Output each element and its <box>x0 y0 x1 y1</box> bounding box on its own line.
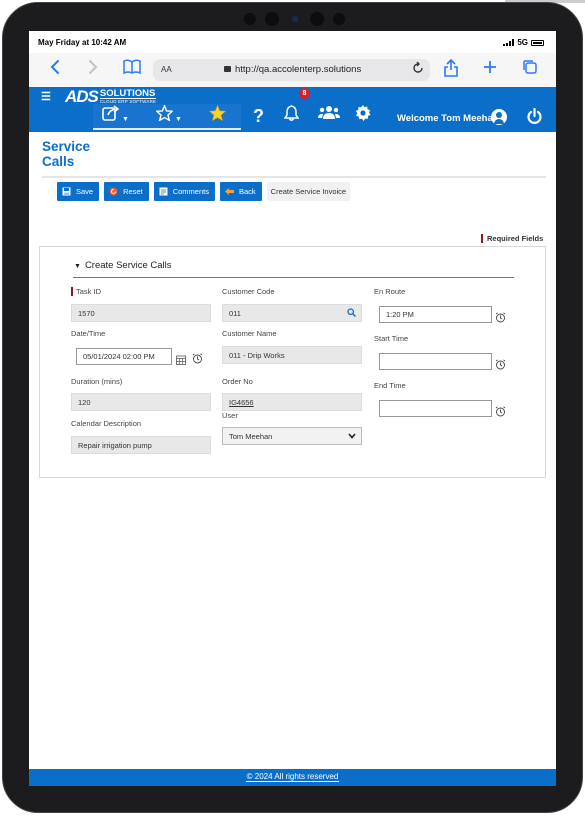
forward-arrow-icon[interactable] <box>82 59 104 80</box>
copyright-text: © 2024 All rights reserved <box>245 772 340 782</box>
start-time-field[interactable] <box>379 353 492 370</box>
sensor-dot <box>333 13 345 25</box>
en-route-label: En Route <box>374 287 406 296</box>
required-fields-note: Required Fields <box>481 234 543 243</box>
screen: May Friday at 10:42 AM 5G AA http://qa.a… <box>29 31 556 786</box>
browser-toolbar: AA http://qa.accolenterp.solutions <box>29 53 556 87</box>
new-tab-plus-icon[interactable] <box>479 59 501 79</box>
customer-name-field: 011 - Drip Works <box>222 346 362 364</box>
section-divider <box>73 277 514 278</box>
order-no-label: Order No <box>222 377 253 386</box>
customer-code-field[interactable]: 011 <box>222 304 362 322</box>
task-id-label: Task ID <box>71 287 101 296</box>
sensor-dot <box>244 13 256 25</box>
star-outline-icon[interactable]: ▼ <box>155 103 182 131</box>
action-toolbar: Save Reset Comments Back Create Service … <box>57 182 351 201</box>
search-icon[interactable] <box>347 308 356 319</box>
footer: © 2024 All rights reserved <box>29 769 556 786</box>
comments-icon <box>159 187 168 196</box>
bookmarks-book-icon[interactable] <box>121 59 143 80</box>
signal-icon <box>503 39 515 46</box>
order-no-field[interactable]: IG4656 <box>222 393 362 411</box>
chevron-down-icon <box>348 432 356 441</box>
sensor-dot <box>265 12 279 26</box>
network-label: 5G <box>517 38 528 47</box>
order-no-link[interactable]: IG4656 <box>229 398 254 407</box>
comments-button[interactable]: Comments <box>153 182 215 201</box>
back-arrow-icon[interactable] <box>44 59 66 80</box>
end-time-field[interactable] <box>379 400 492 417</box>
date-time-label: Date/Time <box>71 329 106 338</box>
reset-button[interactable]: Reset <box>104 182 149 201</box>
star-filled-icon[interactable] <box>209 104 226 127</box>
back-button[interactable]: Back <box>219 182 262 201</box>
tabs-overview-icon[interactable] <box>519 59 541 80</box>
user-select[interactable]: Tom Meehan <box>222 427 362 445</box>
calendar-description-label: Calendar Description <box>71 419 142 428</box>
status-bar: May Friday at 10:42 AM 5G <box>29 31 556 53</box>
task-id-field: 1570 <box>71 304 211 322</box>
text-size-button[interactable]: AA <box>161 65 172 74</box>
help-icon[interactable]: ? <box>253 105 264 127</box>
date-time-field[interactable]: 05/01/2024 02:00 PM <box>76 348 172 365</box>
calendar-description-field[interactable]: Repair irrigation pump <box>71 436 211 454</box>
calendar-icon[interactable] <box>176 352 186 365</box>
tablet-device: May Friday at 10:42 AM 5G AA http://qa.a… <box>0 0 585 817</box>
duration-label: Duration (mins) <box>71 377 123 386</box>
reset-label: Reset <box>123 187 143 196</box>
create-service-invoice-button[interactable]: Create Service Invoice <box>266 182 351 201</box>
menu-icon[interactable]: ☰ <box>41 90 51 103</box>
duration-field[interactable]: 120 <box>71 393 211 411</box>
address-bar[interactable]: AA http://qa.accolenterp.solutions <box>153 59 430 81</box>
alarm-clock-icon[interactable] <box>495 357 506 370</box>
sensor-dot <box>310 12 324 26</box>
customer-name-label: Customer Name <box>222 329 277 338</box>
users-icon[interactable] <box>318 105 340 127</box>
welcome-text: Welcome Tom Meehan <box>397 113 499 124</box>
save-icon <box>62 187 71 196</box>
form-panel: ▼ Create Service Calls Task ID 1570 Date/… <box>39 246 546 478</box>
app-header: ☰ ADS SOLUTIONS CLOUD ERP SOFTWARE 8 ▼ ▼… <box>29 87 556 132</box>
page-title: Service Calls <box>42 139 91 169</box>
customer-code-label: Customer Code <box>222 287 275 296</box>
share-icon[interactable]: ▼ <box>102 105 129 131</box>
back-icon <box>224 187 234 196</box>
back-label: Back <box>238 187 256 196</box>
comments-label: Comments <box>172 187 209 196</box>
alarm-clock-icon[interactable] <box>495 310 506 323</box>
reload-icon[interactable] <box>412 61 424 78</box>
status-indicators: 5G <box>503 38 544 47</box>
title-divider <box>42 176 546 178</box>
url-text: http://qa.accolenterp.solutions <box>224 64 361 75</box>
user-icon[interactable] <box>491 109 507 125</box>
section-header[interactable]: ▼ Create Service Calls <box>74 260 172 271</box>
start-time-label: Start Time <box>374 334 409 343</box>
notification-badge: 8 <box>299 88 310 99</box>
share-icon[interactable] <box>440 58 462 82</box>
front-camera <box>292 16 298 22</box>
save-button[interactable]: Save <box>57 182 100 201</box>
customer-code-value: 011 <box>229 309 241 318</box>
section-title: Create Service Calls <box>84 260 172 271</box>
status-time: May Friday at 10:42 AM <box>38 38 127 47</box>
power-icon[interactable] <box>526 107 543 125</box>
brand-mark: ADS <box>65 87 99 106</box>
chevron-down-icon: ▼ <box>74 263 81 270</box>
gear-icon[interactable] <box>355 105 371 127</box>
page-content: Service Calls Save Reset Comments Back C… <box>29 132 556 769</box>
alarm-clock-icon[interactable] <box>192 351 203 364</box>
user-label: User <box>222 411 238 420</box>
bell-icon[interactable] <box>283 105 300 127</box>
alarm-clock-icon[interactable] <box>495 404 506 417</box>
end-time-label: End Time <box>374 381 406 390</box>
lock-icon <box>224 66 231 72</box>
battery-icon <box>531 39 544 46</box>
brand-wordmark: SOLUTIONS CLOUD ERP SOFTWARE <box>99 88 157 105</box>
user-select-value: Tom Meehan <box>229 432 273 441</box>
brand-name: SOLUTIONS <box>99 88 157 99</box>
url-value: http://qa.accolenterp.solutions <box>235 64 362 75</box>
reset-icon <box>109 187 118 196</box>
save-label: Save <box>76 187 94 196</box>
en-route-field[interactable]: 1:20 PM <box>379 306 492 323</box>
